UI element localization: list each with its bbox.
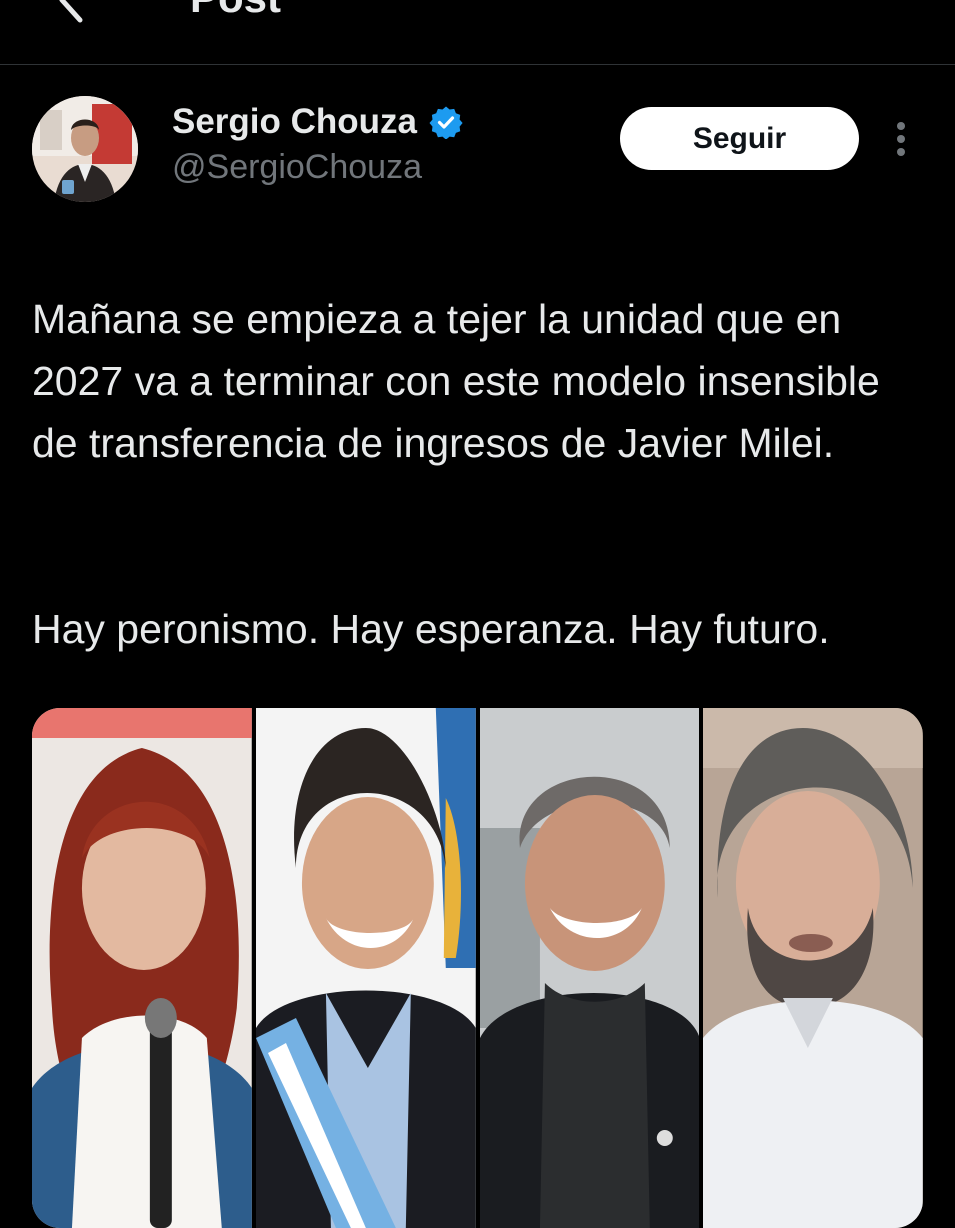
top-bar: Post bbox=[0, 0, 955, 65]
avatar[interactable] bbox=[32, 96, 138, 202]
post-paragraph: Mañana se empieza a tejer la unidad que … bbox=[32, 296, 880, 466]
arrow-left-icon bbox=[59, 0, 83, 23]
photo-man-sash[interactable] bbox=[255, 708, 476, 1228]
verified-badge-icon bbox=[429, 106, 463, 139]
page-title: Post bbox=[190, 0, 281, 22]
more-vertical-icon bbox=[897, 122, 905, 130]
post-text: Mañana se empieza a tejer la unidad que … bbox=[32, 226, 927, 722]
back-button[interactable] bbox=[50, 0, 106, 28]
author-display-name[interactable]: Sergio Chouza bbox=[172, 102, 417, 142]
post-media[interactable] bbox=[32, 708, 923, 1228]
author-handle[interactable]: @SergioChouza bbox=[172, 148, 422, 187]
follow-button[interactable]: Seguir bbox=[620, 107, 859, 170]
photo-man-smiling[interactable] bbox=[479, 708, 700, 1228]
post-paragraph: Hay peronismo. Hay esperanza. Hay futuro… bbox=[32, 606, 830, 652]
photo-man-gray-hair[interactable] bbox=[703, 708, 923, 1228]
author-name-row[interactable]: Sergio Chouza bbox=[172, 100, 463, 144]
photo-woman-red-hair[interactable] bbox=[32, 708, 252, 1228]
more-options-button[interactable] bbox=[888, 118, 914, 160]
